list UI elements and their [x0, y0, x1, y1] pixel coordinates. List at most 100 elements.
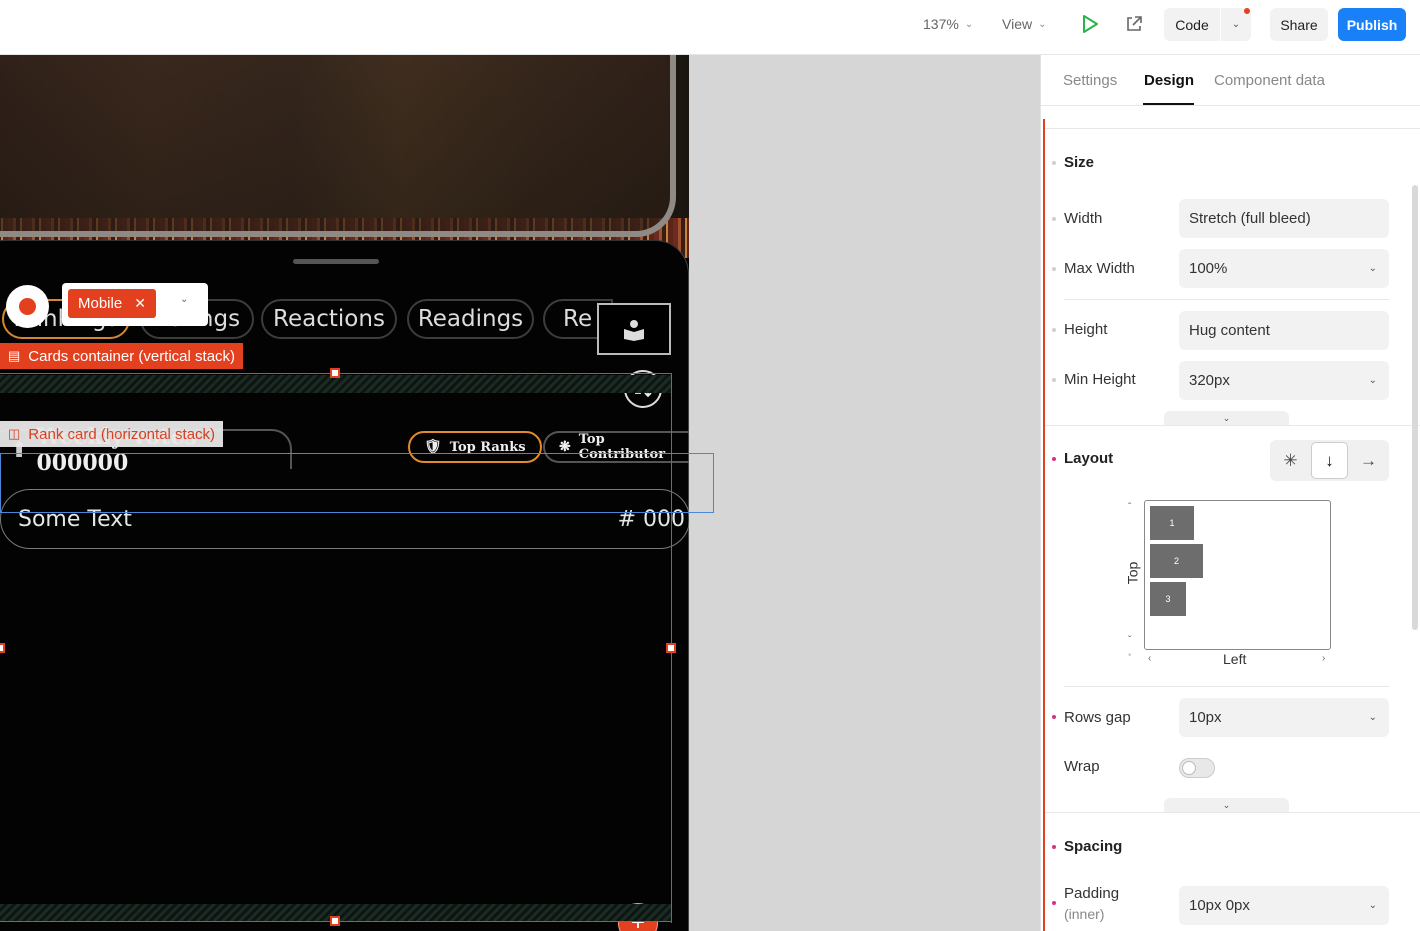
- tab-reactions[interactable]: Reactions: [261, 299, 397, 339]
- active-tab-indicator: [1143, 103, 1194, 105]
- publish-button[interactable]: Publish: [1338, 8, 1406, 41]
- preview-play-button[interactable]: [1080, 0, 1100, 48]
- min-height-value: 320px: [1189, 372, 1230, 389]
- record-button[interactable]: [6, 285, 49, 328]
- zoom-level: 137%: [923, 16, 959, 32]
- top-toolbar: 137% ⌄ View ⌄ Code ⌄ Share Publish: [0, 0, 1420, 55]
- layout-section-title[interactable]: Layout: [1064, 450, 1113, 467]
- tab-settings[interactable]: Settings: [1063, 72, 1117, 89]
- cards-container-label: Cards container (vertical stack): [28, 347, 236, 365]
- min-height-select[interactable]: 320px ⌄: [1179, 361, 1389, 400]
- size-expand-button[interactable]: ⌄: [1164, 411, 1289, 425]
- reader-folder-button[interactable]: [597, 303, 671, 355]
- panel-scrollbar[interactable]: [1412, 185, 1418, 630]
- width-label: Width: [1064, 210, 1103, 227]
- resize-handle-right[interactable]: [666, 643, 676, 653]
- divider: [1064, 299, 1389, 300]
- divider: [1045, 128, 1420, 129]
- property-dot: [1052, 901, 1056, 905]
- chevron-down-icon[interactable]: ˇ: [1128, 635, 1131, 646]
- sheet-handle[interactable]: [293, 259, 379, 264]
- breakpoint-label: Mobile: [78, 295, 123, 312]
- alignment-preview[interactable]: 1 2 3: [1144, 500, 1331, 650]
- resize-handle-bottom[interactable]: [330, 916, 340, 926]
- layout-direction-toggle: ✳ ↓ →: [1270, 440, 1389, 481]
- view-label: View: [1002, 16, 1033, 32]
- layout-horizontal-button[interactable]: →: [1350, 442, 1387, 479]
- share-button[interactable]: Share: [1270, 8, 1328, 41]
- cards-container-tag[interactable]: ▤ Cards container (vertical stack): [0, 343, 244, 369]
- chevron-down-icon: ⌄: [964, 18, 974, 30]
- property-dot: [1052, 328, 1056, 332]
- design-canvas[interactable]: Rankings Ratings Reactions Readings Re ⬆…: [0, 55, 1040, 931]
- divider: [1064, 686, 1389, 687]
- padding-label-text: Padding: [1064, 885, 1120, 902]
- chevron-up-icon[interactable]: ˆ: [1128, 502, 1131, 513]
- property-dot: [1052, 267, 1056, 271]
- tab-design[interactable]: Design: [1144, 72, 1194, 89]
- rows-gap-label: Rows gap: [1064, 709, 1131, 726]
- section-dot: [1052, 161, 1056, 165]
- zoom-dropdown[interactable]: 137% ⌄: [923, 0, 973, 48]
- chevron-down-icon: ⌄: [1368, 900, 1377, 911]
- height-field[interactable]: Hug content: [1179, 311, 1389, 350]
- close-icon[interactable]: ✕: [134, 295, 146, 312]
- layout-grid-button[interactable]: ✳: [1272, 442, 1309, 479]
- section-dot: [1052, 845, 1056, 849]
- vertical-alignment-label[interactable]: Top: [1124, 562, 1140, 585]
- toggle-knob: [1182, 761, 1196, 775]
- book-reader-icon: [624, 320, 644, 341]
- resize-handle-top[interactable]: [330, 368, 340, 378]
- padding-select[interactable]: 10px 0px ⌄: [1179, 886, 1389, 925]
- layout-expand-button[interactable]: ⌄: [1164, 798, 1289, 812]
- tab-readings[interactable]: Readings: [407, 299, 534, 339]
- notification-dot: [1244, 8, 1250, 14]
- horizontal-stack-icon: ◫: [8, 426, 21, 441]
- padding-label: Padding (inner): [1064, 885, 1119, 922]
- width-field[interactable]: Stretch (full bleed): [1179, 199, 1389, 238]
- chevron-down-icon: ⌄: [1231, 19, 1241, 30]
- property-dot: [1052, 378, 1056, 382]
- code-button[interactable]: Code: [1164, 8, 1220, 41]
- breakpoint-selector[interactable]: Mobile ✕ ⌄: [62, 283, 208, 326]
- wrap-toggle[interactable]: [1179, 758, 1215, 778]
- external-link-icon: [1127, 16, 1142, 31]
- vertical-stack-icon: ▤: [8, 348, 21, 363]
- chevron-down-icon[interactable]: ⌄: [180, 294, 188, 305]
- view-dropdown[interactable]: View ⌄: [1002, 0, 1046, 48]
- max-width-select[interactable]: 100% ⌄: [1179, 249, 1389, 288]
- spacing-section-title[interactable]: Spacing: [1064, 838, 1122, 855]
- arrow-right-icon: →: [1360, 450, 1377, 470]
- open-external-button[interactable]: [1125, 0, 1143, 48]
- asterisk-icon: ✳: [1283, 450, 1298, 470]
- indicator-dot: •: [1128, 650, 1132, 661]
- max-width-label: Max Width: [1064, 260, 1135, 277]
- resize-handle-left[interactable]: [0, 643, 5, 653]
- selection-rail: [1043, 119, 1045, 931]
- arrow-down-icon: ↓: [1325, 450, 1334, 470]
- code-options-button[interactable]: ⌄: [1221, 8, 1251, 41]
- height-value: Hug content: [1189, 322, 1270, 339]
- breakpoint-chip[interactable]: Mobile ✕: [68, 289, 156, 318]
- rows-gap-select[interactable]: 10px ⌄: [1179, 698, 1389, 737]
- wrap-label: Wrap: [1064, 758, 1100, 775]
- chevron-down-icon: ⌄: [1368, 712, 1377, 723]
- layout-vertical-button[interactable]: ↓: [1311, 442, 1348, 479]
- chevron-down-icon: ⌄: [1038, 18, 1047, 30]
- divider: [1045, 425, 1420, 426]
- width-value: Stretch (full bleed): [1189, 210, 1311, 227]
- rank-card-tag[interactable]: ◫ Rank card (horizontal stack): [0, 421, 224, 447]
- alignment-item: 1: [1150, 506, 1194, 540]
- chevron-left-icon[interactable]: ‹: [1148, 653, 1151, 664]
- chevron-right-icon[interactable]: ›: [1322, 653, 1325, 664]
- tab-component-data[interactable]: Component data: [1214, 72, 1325, 89]
- divider: [1045, 812, 1420, 813]
- alignment-item: 3: [1150, 582, 1186, 616]
- size-section-title[interactable]: Size: [1064, 154, 1094, 171]
- rank-card-label: Rank card (horizontal stack): [28, 425, 216, 443]
- padding-sub-label: (inner): [1064, 906, 1105, 922]
- horizontal-alignment-label[interactable]: Left: [1223, 651, 1246, 667]
- property-dot: [1052, 715, 1056, 719]
- min-height-label: Min Height: [1064, 371, 1136, 388]
- section-dot: [1052, 457, 1056, 461]
